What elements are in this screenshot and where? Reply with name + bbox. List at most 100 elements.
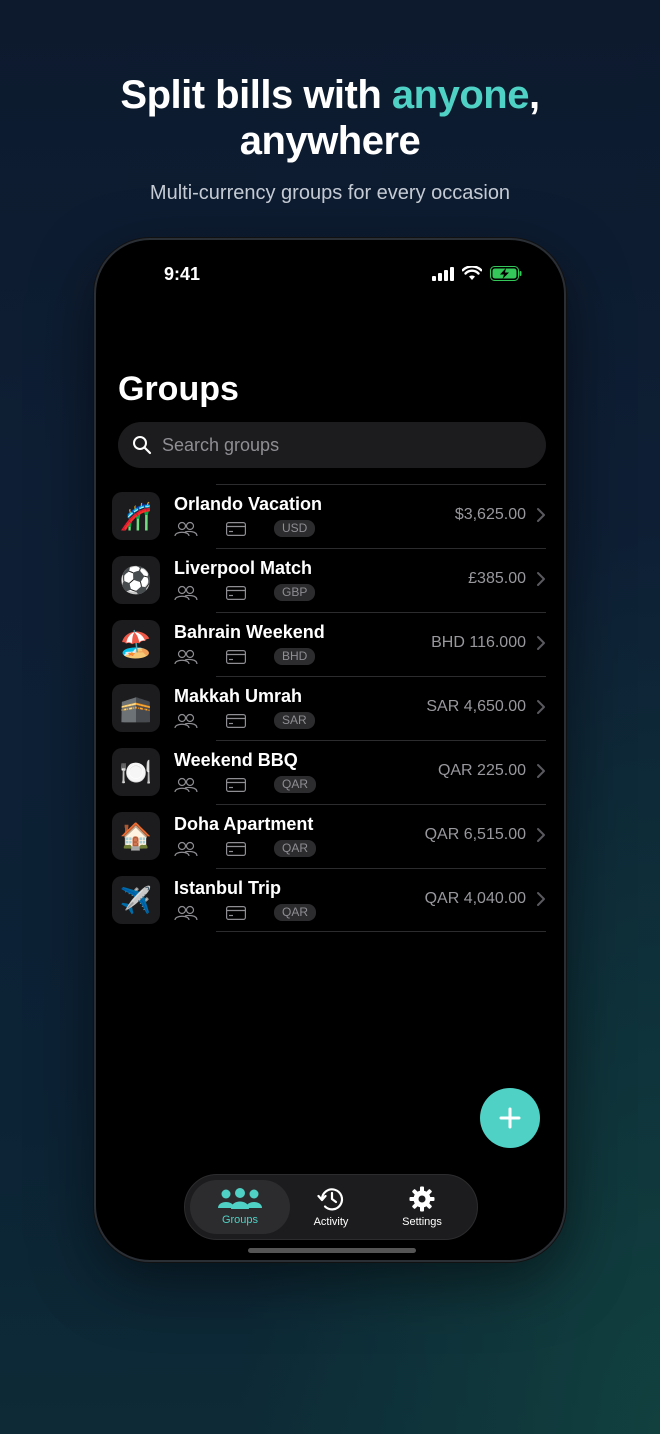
phone-frame: 9:41 Groups Search groups 🎢 Orlando Vaca… (94, 238, 566, 1262)
cellular-signal-icon (432, 266, 454, 281)
card-icon (226, 905, 246, 920)
card-icon (226, 585, 246, 600)
card-icon (226, 777, 246, 792)
members-icon (174, 649, 198, 664)
group-amount: SAR 4,650.00 (426, 698, 526, 715)
tab-settings[interactable]: Settings (372, 1180, 472, 1234)
gear-icon (409, 1186, 435, 1212)
group-row[interactable]: 🏠 Doha Apartment QAR QAR 6,515.00 (112, 804, 546, 868)
home-indicator (248, 1248, 416, 1253)
group-icon: ✈️ (112, 876, 160, 924)
battery-charging-icon (490, 266, 522, 281)
people-icon (218, 1188, 262, 1209)
group-row[interactable]: 🕋 Makkah Umrah SAR SAR 4,650.00 (112, 676, 546, 740)
group-icon: 🕋 (112, 684, 160, 732)
plus-icon (499, 1107, 521, 1129)
group-icon: 🎢 (112, 492, 160, 540)
group-amount: QAR 6,515.00 (424, 826, 526, 843)
group-row[interactable]: 🎢 Orlando Vacation USD $3,625.00 (112, 484, 546, 548)
chevron-right-icon (537, 508, 545, 522)
row-divider (216, 676, 546, 677)
tab-settings-label: Settings (402, 1216, 442, 1228)
card-icon (226, 649, 246, 664)
history-clock-icon (317, 1188, 344, 1211)
headline-accent: anyone (391, 73, 530, 117)
headline-text: Split bills with (120, 73, 392, 117)
group-meta: GBP (174, 584, 316, 601)
group-name: Makkah Umrah (174, 686, 303, 706)
row-divider (216, 548, 546, 549)
group-meta: SAR (174, 712, 315, 729)
members-icon (174, 841, 198, 856)
members-icon (174, 905, 198, 920)
group-amount: £385.00 (468, 570, 526, 587)
group-amount: QAR 225.00 (437, 762, 526, 779)
group-name: Doha Apartment (174, 814, 314, 834)
group-icon: ⚽ (112, 556, 160, 604)
search-placeholder: Search groups (162, 434, 280, 455)
add-group-button[interactable] (480, 1088, 540, 1148)
group-icon: 🏠 (112, 812, 160, 860)
chevron-right-icon (537, 572, 545, 586)
group-meta: BHD (174, 648, 316, 665)
currency-badge: USD (274, 520, 316, 537)
currency-badge: QAR (274, 840, 317, 857)
group-name: Weekend BBQ (174, 750, 298, 770)
chevron-right-icon (537, 700, 545, 714)
search-icon (133, 436, 152, 455)
group-meta: QAR (174, 776, 317, 793)
chevron-right-icon (537, 892, 545, 906)
group-meta: QAR (174, 840, 317, 857)
members-icon (174, 713, 198, 728)
tab-groups[interactable]: Groups (190, 1180, 290, 1234)
group-row[interactable]: 🏖️ Bahrain Weekend BHD BHD 116.000 (112, 612, 546, 676)
headline-line-2: anywhere (239, 119, 421, 163)
group-amount: $3,625.00 (454, 506, 526, 523)
members-icon (174, 585, 198, 600)
chevron-right-icon (537, 636, 545, 650)
tab-bar: Groups Activity Settings (184, 1174, 478, 1240)
members-icon (174, 777, 198, 792)
tab-groups-label: Groups (221, 1214, 259, 1226)
search-input[interactable]: Search groups (118, 422, 546, 468)
chevron-right-icon (537, 828, 545, 842)
group-row[interactable]: ⚽ Liverpool Match GBP £385.00 (112, 548, 546, 612)
row-divider (216, 740, 546, 741)
groups-list: 🎢 Orlando Vacation USD $3,625.00 ⚽ Liver… (112, 484, 546, 932)
currency-badge: SAR (274, 712, 315, 729)
row-divider (216, 804, 546, 805)
promo-subheadline: Multi-currency groups for every occasion (149, 182, 511, 204)
headline-comma: , (528, 73, 540, 117)
tab-activity[interactable]: Activity (281, 1180, 381, 1234)
card-icon (226, 713, 246, 728)
card-icon (226, 841, 246, 856)
currency-badge: BHD (274, 648, 316, 665)
chevron-right-icon (537, 764, 545, 778)
page-title: Groups (118, 370, 239, 408)
group-amount: BHD 116.000 (431, 634, 526, 651)
row-divider (216, 612, 546, 613)
status-time: 9:41 (164, 264, 201, 284)
group-amount: QAR 4,040.00 (424, 890, 526, 907)
currency-badge: QAR (274, 904, 317, 921)
row-divider (216, 868, 546, 869)
group-icon: 🍽️ (112, 748, 160, 796)
group-icon: 🏖️ (112, 620, 160, 668)
group-row[interactable]: ✈️ Istanbul Trip QAR QAR 4,040.00 (112, 868, 546, 932)
card-icon (226, 521, 246, 536)
members-icon (174, 521, 198, 536)
row-divider (216, 484, 546, 485)
currency-badge: QAR (274, 776, 317, 793)
group-name: Bahrain Weekend (174, 622, 325, 642)
tab-activity-label: Activity (313, 1216, 349, 1228)
group-name: Istanbul Trip (174, 878, 282, 898)
promo-headline: Split bills with anyone, anywhere (0, 72, 660, 164)
group-row[interactable]: 🍽️ Weekend BBQ QAR QAR 225.00 (112, 740, 546, 804)
group-name: Liverpool Match (174, 558, 313, 578)
status-icons (432, 266, 522, 281)
currency-badge: GBP (274, 584, 316, 601)
group-meta: QAR (174, 904, 317, 921)
group-meta: USD (174, 520, 316, 537)
group-name: Orlando Vacation (174, 494, 323, 514)
wifi-icon (462, 266, 482, 280)
